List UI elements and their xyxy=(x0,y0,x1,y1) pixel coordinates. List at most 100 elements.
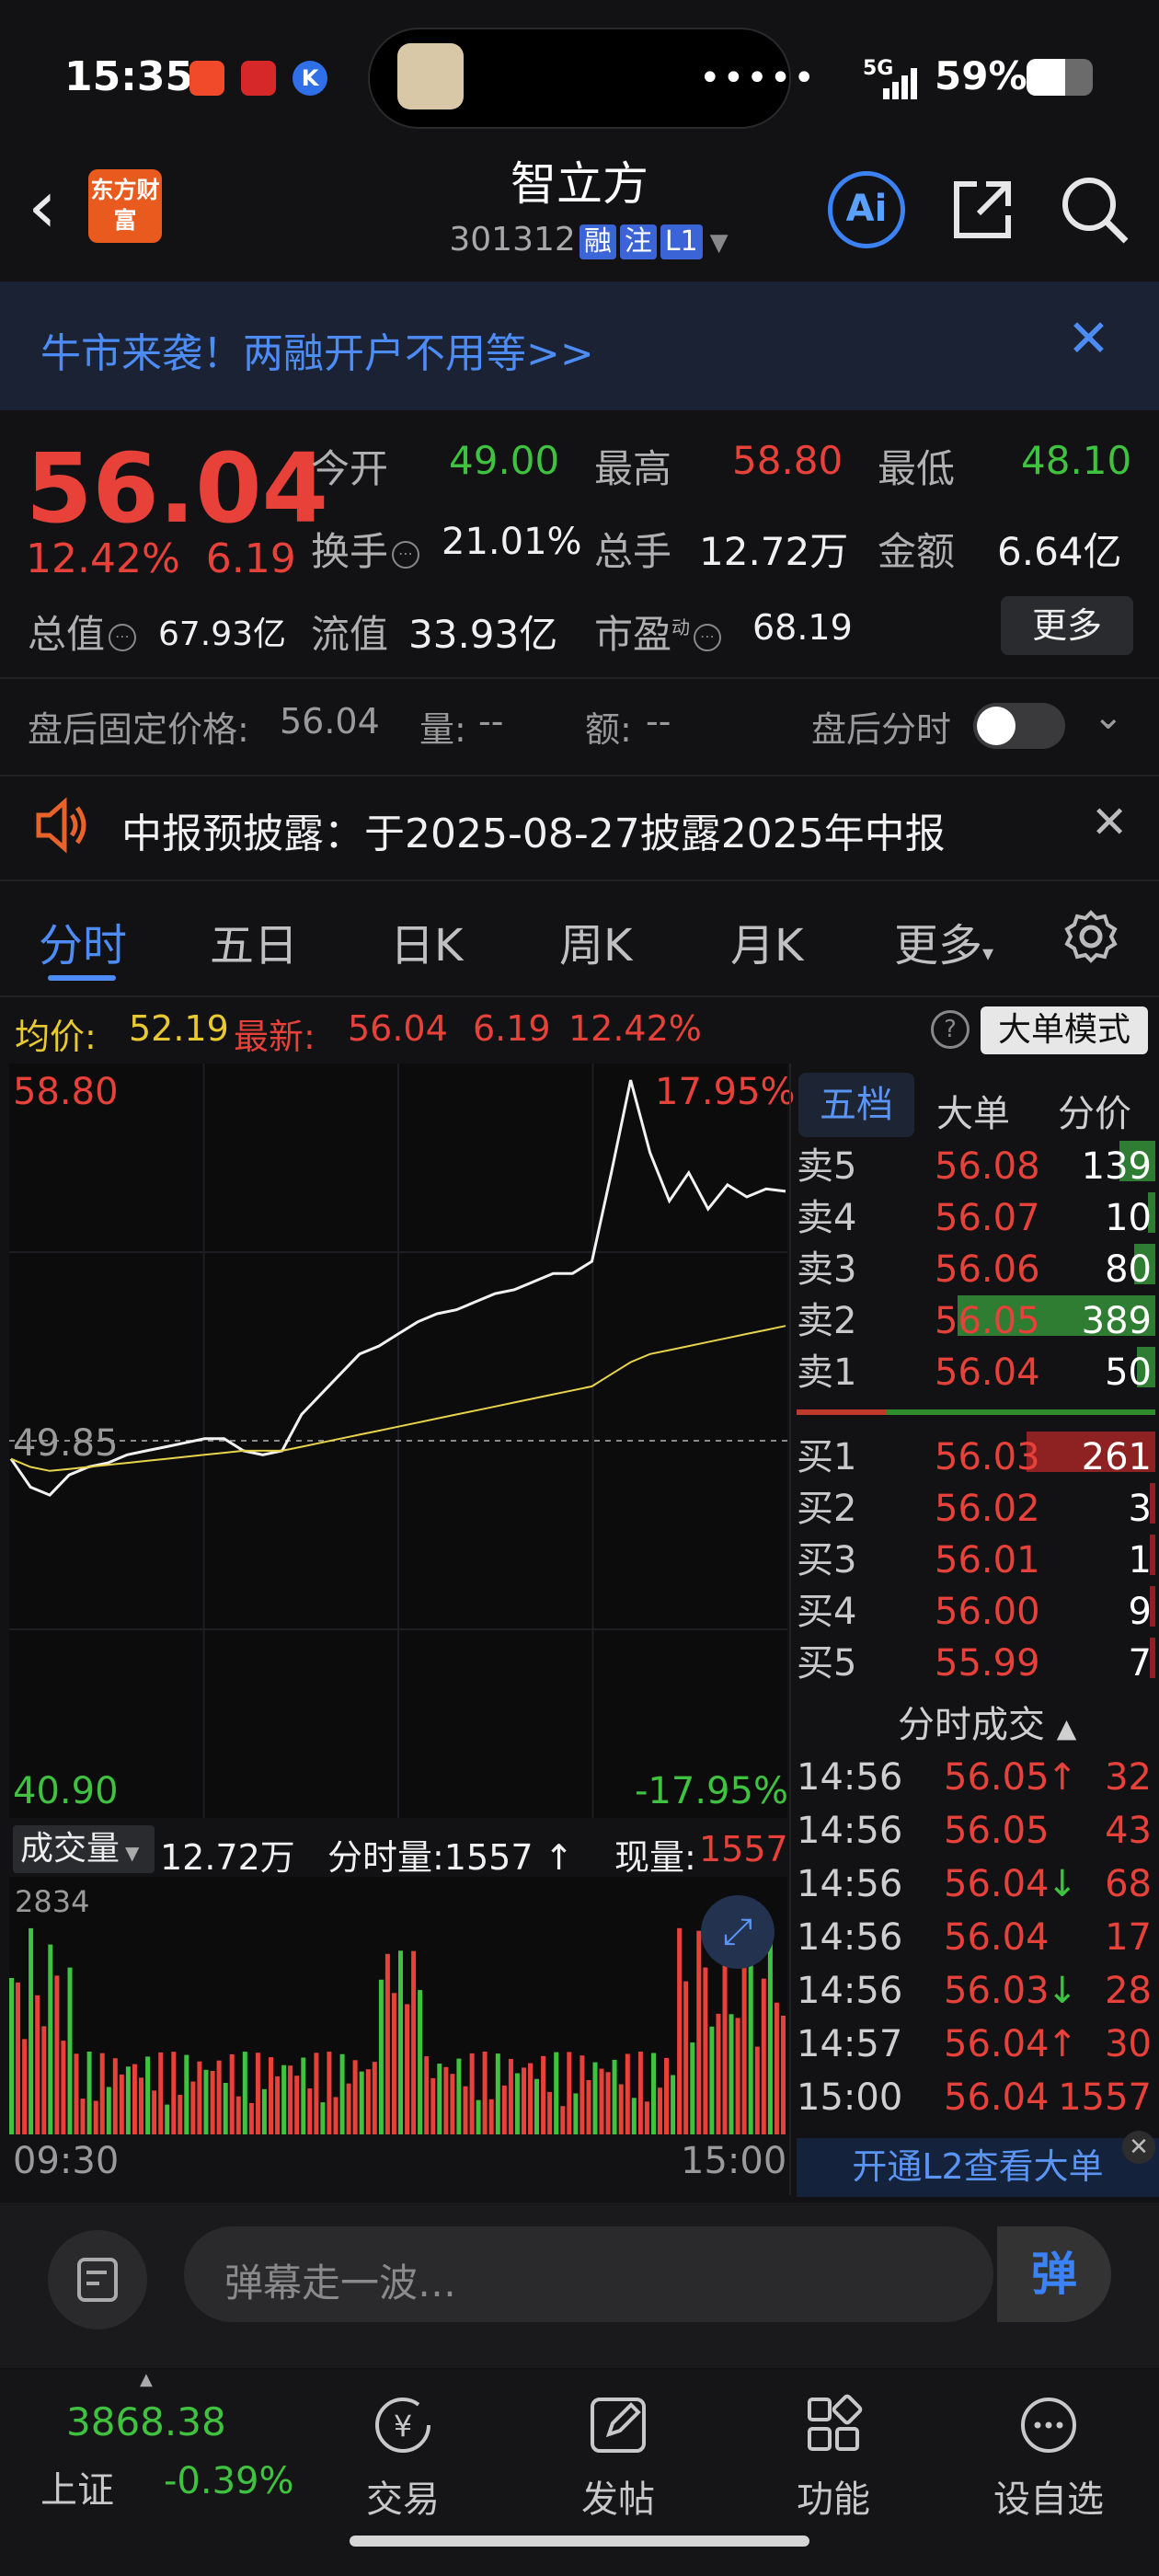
ask-row[interactable]: 卖2 56.05 389 xyxy=(797,1295,1155,1347)
high-label: 最高 xyxy=(594,446,672,491)
bid-row[interactable]: 买1 56.03 261 xyxy=(797,1432,1155,1483)
volume-tick: 分时量:1557 ↑ xyxy=(327,1829,573,1880)
index-value[interactable]: 3868.38 xyxy=(66,2399,226,2444)
ticks-title[interactable]: 分时成交 ▲ xyxy=(898,1695,1076,1748)
volume-bar xyxy=(216,2060,222,2134)
volume-bar xyxy=(61,2041,66,2134)
volume-bar xyxy=(359,2071,364,2134)
bid-row[interactable]: 买5 55.99 7 xyxy=(797,1638,1155,1689)
level-volume: 7 xyxy=(1128,1642,1152,1685)
bid-row[interactable]: 买4 56.00 9 xyxy=(797,1586,1155,1638)
volume-bar xyxy=(437,2064,442,2134)
chevron-down-icon[interactable]: ⌄ xyxy=(1093,696,1124,738)
tab-price-dist[interactable]: 分价 xyxy=(1058,1084,1131,1137)
volume-bar xyxy=(16,1982,20,2134)
tab-weekly-k[interactable]: 周K xyxy=(559,909,632,973)
volume-bar xyxy=(522,2067,526,2134)
tab-more[interactable]: 更多▾ xyxy=(894,909,993,973)
nav-functions[interactable]: 功能 xyxy=(741,2392,925,2523)
danmaku-placeholder[interactable]: 弹幕走一波… xyxy=(224,2252,456,2308)
expand-icon[interactable]: ⤢ xyxy=(701,1895,775,1969)
volume-bar xyxy=(469,2053,475,2134)
tick-volume: 68 xyxy=(1105,1863,1152,1905)
ask-row[interactable]: 卖5 56.08 139 xyxy=(797,1141,1155,1192)
level-label: 买5 xyxy=(797,1642,857,1685)
pe-value: 68.19 xyxy=(752,607,853,648)
amount-label: 金额 xyxy=(878,529,956,574)
close-icon[interactable]: ✕ xyxy=(1122,2131,1155,2164)
l2-upgrade-banner[interactable]: 开通L2查看大单 xyxy=(797,2138,1159,2197)
stock-code-row[interactable]: 301312 融注 L1 ▼ xyxy=(405,221,773,259)
volume-bar xyxy=(528,2063,533,2134)
tab-daily-k[interactable]: 日K xyxy=(390,909,463,973)
ask-row[interactable]: 卖1 56.04 50 xyxy=(797,1347,1155,1398)
ask-row[interactable]: 卖4 56.07 10 xyxy=(797,1192,1155,1244)
volume-selector[interactable]: 成交量 ▼ xyxy=(13,1825,155,1873)
back-icon[interactable]: ‹ xyxy=(28,170,57,244)
big-order-mode-button[interactable]: 大单模式 xyxy=(981,1006,1148,1054)
danmaku-send-button[interactable]: 弹 xyxy=(997,2226,1111,2322)
y-bottom-label: 40.90 xyxy=(13,1770,119,1812)
volume-bar xyxy=(74,2053,79,2134)
close-icon[interactable]: ✕ xyxy=(1067,309,1110,369)
info-icon[interactable]: ⋯ xyxy=(109,623,137,651)
tab-big-order[interactable]: 大单 xyxy=(936,1084,1010,1137)
volume-bar xyxy=(612,2059,617,2134)
volume-bar xyxy=(248,2102,254,2134)
tab-intraday[interactable]: 分时 xyxy=(39,909,127,973)
more-button[interactable]: 更多 xyxy=(1001,596,1133,655)
ask-row[interactable]: 卖3 56.06 80 xyxy=(797,1244,1155,1295)
close-icon[interactable]: ✕ xyxy=(1091,797,1128,848)
volume-bar xyxy=(482,2052,488,2134)
level-price: 56.06 xyxy=(935,1248,1040,1291)
level-volume: 9 xyxy=(1128,1591,1152,1633)
tick-row: 14:56 56.03 ↓ 28 xyxy=(797,1963,1155,2018)
volume-max-label: 2834 xyxy=(15,1884,90,1919)
y-top-label: 58.80 xyxy=(13,1071,119,1113)
volume-bar xyxy=(411,1950,417,2134)
nav-trade[interactable]: ¥ 交易 xyxy=(311,2392,495,2523)
index-name[interactable]: 上证 xyxy=(40,2460,114,2513)
tab-five-level[interactable]: 五档 xyxy=(798,1073,914,1137)
promo-banner-text[interactable]: 牛市来袭！两融开户不用等>> xyxy=(40,320,594,379)
gear-icon[interactable] xyxy=(1061,907,1120,966)
float-label: 流值 xyxy=(311,612,389,657)
nav-post[interactable]: 发帖 xyxy=(526,2392,710,2523)
tag-l1: L1 xyxy=(660,224,703,259)
nav-watchlist[interactable]: 设自选 xyxy=(957,2392,1141,2523)
ai-button[interactable]: Ai xyxy=(828,171,905,248)
volume-bar xyxy=(125,2066,131,2134)
change-value: 6.19 xyxy=(205,535,296,582)
volume-bar xyxy=(391,1993,396,2134)
search-icon[interactable] xyxy=(1056,171,1133,248)
tab-five-day[interactable]: 五日 xyxy=(210,909,298,973)
arrow-up-icon: ↑ xyxy=(533,1837,574,1878)
volume-bar xyxy=(651,2053,656,2134)
after-hours-toggle[interactable] xyxy=(973,703,1065,749)
danmaku-settings-icon[interactable] xyxy=(48,2230,147,2329)
pct-value: 12.42% xyxy=(568,1008,702,1049)
grid-icon xyxy=(808,2394,863,2451)
bid-row[interactable]: 买3 56.01 1 xyxy=(797,1535,1155,1586)
share-icon[interactable] xyxy=(944,171,1021,248)
bid-row[interactable]: 买2 56.02 3 xyxy=(797,1483,1155,1535)
volume-bar xyxy=(119,2074,124,2134)
turnover-label-text: 换手 xyxy=(311,529,389,574)
help-icon[interactable]: ? xyxy=(931,1010,970,1049)
info-icon[interactable]: ⋯ xyxy=(392,540,420,569)
tick-volume: 32 xyxy=(1105,1756,1152,1799)
ticks-title-text: 分时成交 xyxy=(898,1704,1045,1746)
last-label: 最新: xyxy=(234,1017,316,1057)
bid-ask-ratio-bar xyxy=(797,1409,1155,1415)
volume-bar xyxy=(450,2074,455,2134)
tab-monthly-k[interactable]: 月K xyxy=(730,909,803,973)
volume-bar xyxy=(86,2052,92,2134)
volume-bar xyxy=(424,2056,430,2134)
info-icon[interactable]: ⋯ xyxy=(694,623,722,651)
volume-bar xyxy=(463,2086,468,2134)
notice-text[interactable]: 中报预披露：于2025-08-27披露2025年中报 xyxy=(121,800,946,859)
tick-arrow: ↑ xyxy=(1047,2023,1078,2065)
index-change[interactable]: -0.39% xyxy=(164,2460,294,2502)
pe-label: 市盈动 ⋯ xyxy=(594,604,722,660)
tick-row: 14:56 56.04 17 xyxy=(797,1910,1155,1965)
